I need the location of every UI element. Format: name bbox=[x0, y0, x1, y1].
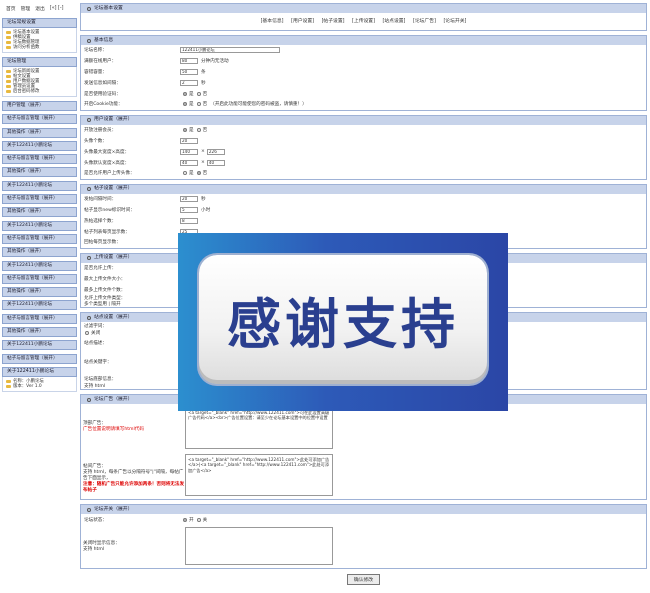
captcha-no-radio[interactable] bbox=[196, 91, 201, 96]
captcha-yes-radio[interactable] bbox=[183, 91, 187, 96]
folder-icon bbox=[6, 40, 11, 45]
sidebar-item[interactable]: 访问分析函数 bbox=[6, 45, 73, 50]
circle-icon bbox=[87, 256, 91, 261]
folder-icon bbox=[6, 79, 11, 84]
sidebar-link[interactable]: 其他操作（展开） bbox=[2, 327, 77, 338]
circle-icon bbox=[87, 315, 91, 320]
sidebar-link[interactable]: 关于122411小鹏论坛 bbox=[2, 140, 77, 151]
folder-icon bbox=[6, 45, 11, 50]
sidebar-link[interactable]: 关于122411小鹏论坛 bbox=[2, 340, 77, 351]
post-ad-textarea[interactable]: <a target="_blank" href="http://www.1224… bbox=[185, 454, 333, 497]
sidebar-link[interactable]: 帖子与留言管理（展开） bbox=[2, 233, 77, 244]
sidebar-link[interactable]: 帖子与留言管理（展开） bbox=[2, 353, 77, 364]
sidebar-link[interactable]: 其他操作（展开） bbox=[2, 127, 77, 138]
sidebar-link[interactable]: 帖子与留言管理（展开） bbox=[2, 194, 77, 205]
top-nav: 首页 管理 退出 [«] [-] bbox=[2, 3, 77, 14]
tab-upload[interactable]: [上传设置] bbox=[352, 19, 375, 24]
sidebar-block-title[interactable]: 论坛常规设置 bbox=[2, 18, 77, 28]
forum-close-radio[interactable] bbox=[196, 517, 201, 522]
folder-icon bbox=[6, 379, 11, 384]
sidebar-block-title[interactable]: 关于122411小鹏论坛 bbox=[2, 366, 77, 377]
close-message-textarea[interactable] bbox=[185, 526, 333, 565]
register-no-radio[interactable] bbox=[196, 128, 201, 133]
avatar-max-width-input[interactable]: 140 bbox=[180, 148, 198, 155]
new-mark-hours-input[interactable]: 5 bbox=[180, 206, 198, 213]
forum-name-input[interactable]: 122411小鹏论坛 bbox=[180, 47, 280, 54]
circle-icon bbox=[87, 507, 91, 512]
cookie-yes-radio[interactable] bbox=[183, 102, 187, 107]
sidebar-link[interactable]: 用户管理（展开） bbox=[2, 101, 77, 111]
tab-site[interactable]: [站点设置] bbox=[383, 19, 406, 24]
forum-open-radio[interactable] bbox=[183, 517, 187, 522]
tab-post[interactable]: [帖子设置] bbox=[322, 19, 345, 24]
sidebar-link[interactable]: 关于122411小鹏论坛 bbox=[2, 300, 77, 311]
nav-logout-link[interactable]: 退出 bbox=[35, 5, 45, 12]
sidebar-block-forum: 论坛管理 论坛新闻设置 帖文设置 用户数据设置 管理员设置 后台密码修改 bbox=[2, 57, 77, 97]
upload-avatar-yes-radio[interactable] bbox=[183, 171, 187, 176]
folder-icon bbox=[6, 84, 11, 89]
folder-icon bbox=[6, 89, 11, 94]
sidebar-link[interactable]: 帖子与留言管理（展开） bbox=[2, 114, 77, 125]
sidebar-block-about: 关于122411小鹏论坛 名称：小鹏论坛 版本：Ver 1.0 bbox=[2, 366, 77, 392]
sidebar-link[interactable]: 关于122411小鹏论坛 bbox=[2, 260, 77, 271]
panel-switch: 论坛开关（展开） 论坛状态：开关 关闭时显示信息： 支持 html bbox=[80, 504, 647, 569]
avatar-default-height-input[interactable]: 40 bbox=[206, 159, 225, 166]
sidebar-links: 用户管理（展开） 帖子与留言管理（展开） 其他操作（展开） 关于122411小鹏… bbox=[2, 101, 77, 364]
sidebar-link[interactable]: 关于122411小鹏论坛 bbox=[2, 220, 77, 231]
sidebar: 论坛常规设置 论坛基本设置 供稿设置 论坛数据管理 访问分析函数 论坛管理 论坛… bbox=[2, 18, 77, 396]
sidebar-link[interactable]: 帖子与留言管理（展开） bbox=[2, 273, 77, 284]
sidebar-link[interactable]: 其他操作（展开） bbox=[2, 247, 77, 258]
tab-user[interactable]: [用户设置] bbox=[291, 19, 314, 24]
sidebar-block-general: 论坛常规设置 论坛基本设置 供稿设置 论坛数据管理 访问分析函数 bbox=[2, 18, 77, 53]
folder-icon bbox=[6, 74, 11, 79]
confirm-button[interactable]: 确认修改 bbox=[346, 573, 381, 585]
folder-icon bbox=[6, 35, 11, 40]
thanks-text: 感谢支持 bbox=[227, 293, 459, 356]
circle-icon bbox=[87, 118, 91, 123]
circle-icon bbox=[87, 187, 91, 192]
sidebar-item[interactable]: 后台密码修改 bbox=[6, 89, 73, 94]
circle-icon bbox=[87, 38, 91, 43]
cookie-no-radio[interactable] bbox=[196, 102, 201, 107]
sidebar-link[interactable]: 帖子与留言管理（展开） bbox=[2, 313, 77, 324]
page-title: 论坛基本设置 bbox=[94, 5, 123, 11]
tab-basic[interactable]: [基本信息] bbox=[261, 19, 284, 24]
folder-icon bbox=[6, 30, 11, 35]
filter-close-radio[interactable] bbox=[85, 330, 89, 335]
circle-icon bbox=[87, 397, 91, 402]
post-gap-input[interactable]: 20 bbox=[180, 196, 198, 203]
sidebar-link[interactable]: 其他操作（展开） bbox=[2, 167, 77, 178]
sidebar-item: 版本：Ver 1.0 bbox=[6, 384, 73, 389]
online-minutes-input[interactable]: 80 bbox=[180, 58, 198, 65]
sidebar-link[interactable]: 帖子与留言管理（展开） bbox=[2, 154, 77, 165]
avatar-count-input[interactable]: 20 bbox=[180, 137, 198, 144]
avatar-default-width-input[interactable]: 40 bbox=[180, 159, 198, 166]
nav-manage-link[interactable]: 管理 bbox=[21, 5, 31, 12]
hot-count-input[interactable]: 8 bbox=[180, 217, 198, 224]
upload-avatar-no-radio[interactable] bbox=[196, 171, 201, 176]
folder-icon bbox=[6, 69, 11, 74]
sidebar-link[interactable]: 其他操作（展开） bbox=[2, 287, 77, 298]
post-interval-input[interactable]: 2 bbox=[180, 79, 198, 86]
circle-icon bbox=[87, 6, 91, 11]
section-tabs: [基本信息] [用户设置] [帖子设置] [上传设置] [站点设置] [论坛广告… bbox=[81, 13, 646, 30]
avatar-max-height-input[interactable]: 226 bbox=[206, 148, 225, 155]
thanks-banner: 感谢支持 bbox=[178, 233, 508, 411]
tab-switch[interactable]: [论坛开关] bbox=[443, 19, 466, 24]
thanks-button[interactable]: 感谢支持 bbox=[199, 255, 487, 384]
top-ad-textarea[interactable]: <a target="_blank" href="http://www.1224… bbox=[185, 407, 333, 450]
panel-basic: 基本信息 论坛名称： 122411小鹏论坛 满额在线用户： 80 分钟内无活动 容错容… bbox=[80, 35, 647, 111]
sidebar-block-title[interactable]: 论坛管理 bbox=[2, 57, 77, 67]
tolerance-input[interactable]: 50 bbox=[180, 68, 198, 75]
sidebar-link[interactable]: 其他操作（展开） bbox=[2, 207, 77, 218]
panel-user: 用户设置（展开） 开放注册会员：是否 头像个数： 20 头像最大宽度×高度： 140… bbox=[80, 114, 647, 180]
sidebar-link[interactable]: 关于122411小鹏论坛 bbox=[2, 180, 77, 191]
tab-ads[interactable]: [论坛广告] bbox=[413, 19, 436, 24]
nav-home-link[interactable]: 首页 bbox=[6, 5, 16, 12]
register-yes-radio[interactable] bbox=[183, 128, 187, 133]
folder-icon bbox=[6, 384, 11, 389]
panel-title: 论坛基本设置 [基本信息] [用户设置] [帖子设置] [上传设置] [站点设置… bbox=[80, 3, 647, 31]
nav-collapse-link[interactable]: [«] [-] bbox=[50, 6, 64, 11]
